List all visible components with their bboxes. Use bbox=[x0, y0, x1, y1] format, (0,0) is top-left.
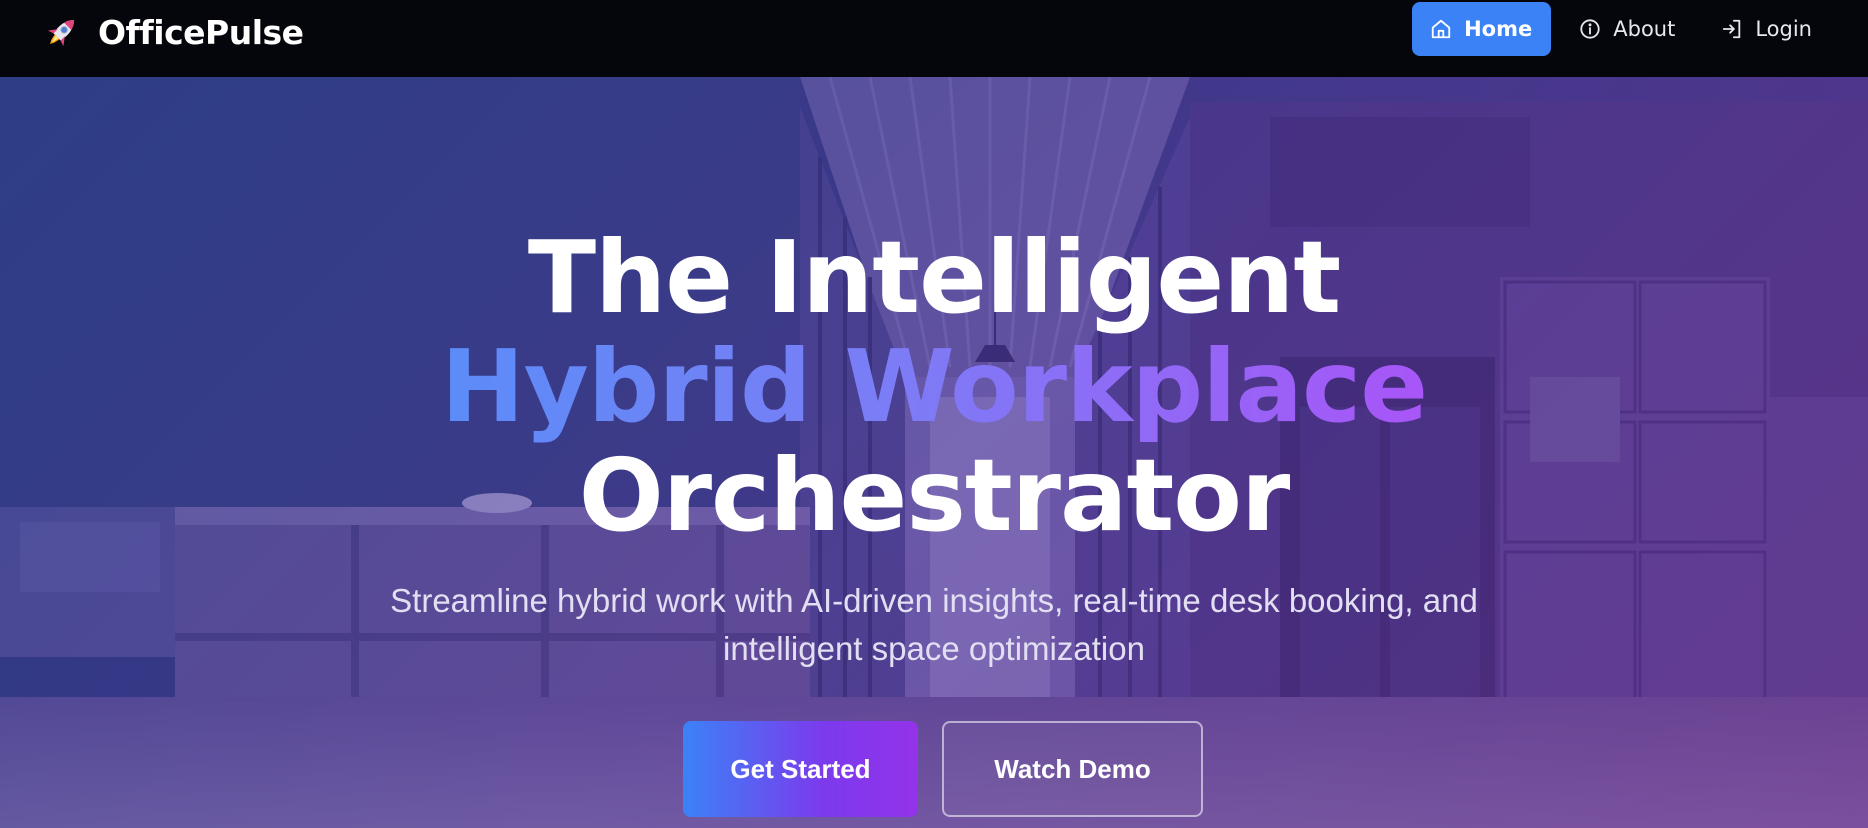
nav-item-home-label: Home bbox=[1464, 17, 1533, 41]
hero-subtitle: Streamline hybrid work with AI-driven in… bbox=[390, 582, 1478, 667]
nav-item-about-label: About bbox=[1613, 17, 1676, 41]
watch-demo-button[interactable]: Watch Demo bbox=[942, 721, 1203, 817]
headline-line-2: Hybrid Workplace bbox=[0, 333, 1868, 441]
nav-item-login-label: Login bbox=[1755, 17, 1812, 41]
hero-content: The Intelligent Hybrid Workplace Orchest… bbox=[0, 77, 1868, 828]
nav-item-about[interactable]: About bbox=[1561, 2, 1693, 56]
headline-line-3: Orchestrator bbox=[578, 437, 1291, 554]
get-started-button[interactable]: Get Started bbox=[683, 721, 918, 817]
rocket-icon bbox=[42, 12, 82, 52]
nav-item-login[interactable]: Login bbox=[1703, 2, 1830, 56]
info-icon bbox=[1580, 19, 1600, 39]
login-icon bbox=[1723, 19, 1741, 39]
nav-item-home[interactable]: Home bbox=[1412, 2, 1552, 56]
home-icon bbox=[1431, 19, 1451, 39]
nav-links: Home About Login bbox=[1402, 2, 1830, 56]
brand-logo[interactable]: OfficePulse bbox=[42, 12, 304, 52]
headline-line-1: The Intelligent bbox=[527, 219, 1341, 336]
top-navbar: OfficePulse Home About Login bbox=[0, 0, 1868, 77]
brand-name: OfficePulse bbox=[98, 12, 304, 52]
headline-gradient-text: Hybrid Workplace bbox=[440, 328, 1428, 445]
hero-section: The Intelligent Hybrid Workplace Orchest… bbox=[0, 77, 1868, 828]
